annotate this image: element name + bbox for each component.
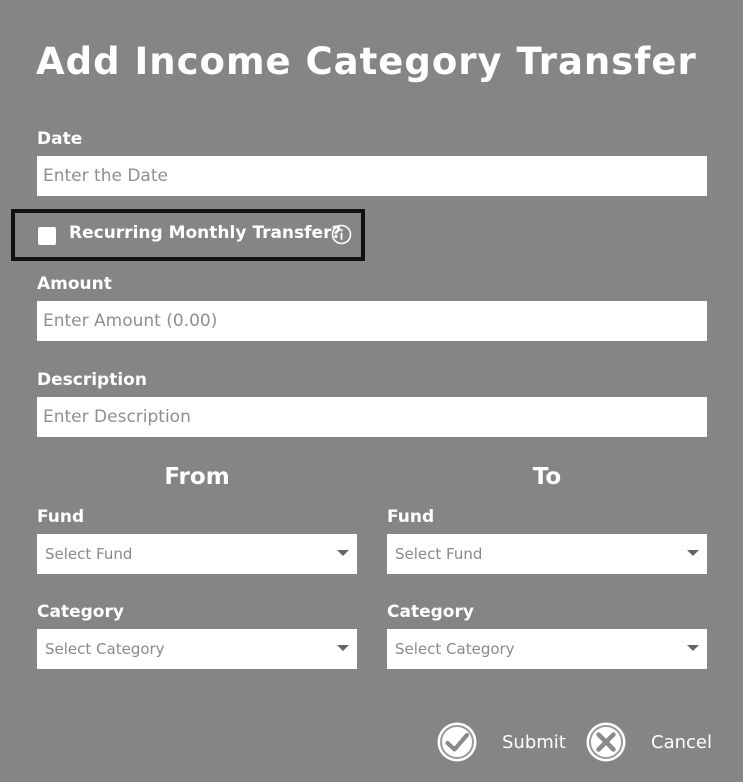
from-fund-label: Fund (37, 507, 85, 527)
from-category-value: Select Category (45, 640, 165, 658)
info-circle-icon[interactable] (331, 224, 352, 245)
from-category-select[interactable]: Select Category (37, 629, 357, 669)
from-fund-value: Select Fund (45, 545, 133, 563)
from-category-label: Category (37, 602, 124, 622)
submit-label: Submit (502, 731, 566, 753)
close-circle-icon (586, 722, 626, 762)
recurring-label[interactable]: Recurring Monthly Transfer? (69, 223, 341, 243)
check-circle-icon (437, 722, 477, 762)
cancel-label: Cancel (651, 731, 712, 753)
to-fund-select[interactable]: Select Fund (387, 534, 707, 574)
to-category-value: Select Category (395, 640, 515, 658)
submit-button[interactable]: Submit (436, 721, 566, 763)
dialog-title: Add Income Category Transfer (36, 40, 697, 83)
chevron-down-icon (337, 645, 349, 651)
amount-label: Amount (37, 274, 112, 294)
date-input[interactable] (37, 156, 707, 196)
cancel-button[interactable]: Cancel (585, 721, 712, 763)
amount-input[interactable] (37, 301, 707, 341)
from-heading: From (164, 464, 230, 490)
date-label: Date (37, 129, 83, 149)
chevron-down-icon (337, 550, 349, 556)
chevron-down-icon (687, 550, 699, 556)
description-input[interactable] (37, 397, 707, 437)
chevron-down-icon (687, 645, 699, 651)
recurring-checkbox[interactable] (38, 227, 56, 245)
to-category-select[interactable]: Select Category (387, 629, 707, 669)
to-category-label: Category (387, 602, 474, 622)
to-fund-value: Select Fund (395, 545, 483, 563)
from-fund-select[interactable]: Select Fund (37, 534, 357, 574)
description-label: Description (37, 370, 147, 390)
to-heading: To (532, 464, 562, 490)
to-fund-label: Fund (387, 507, 435, 527)
